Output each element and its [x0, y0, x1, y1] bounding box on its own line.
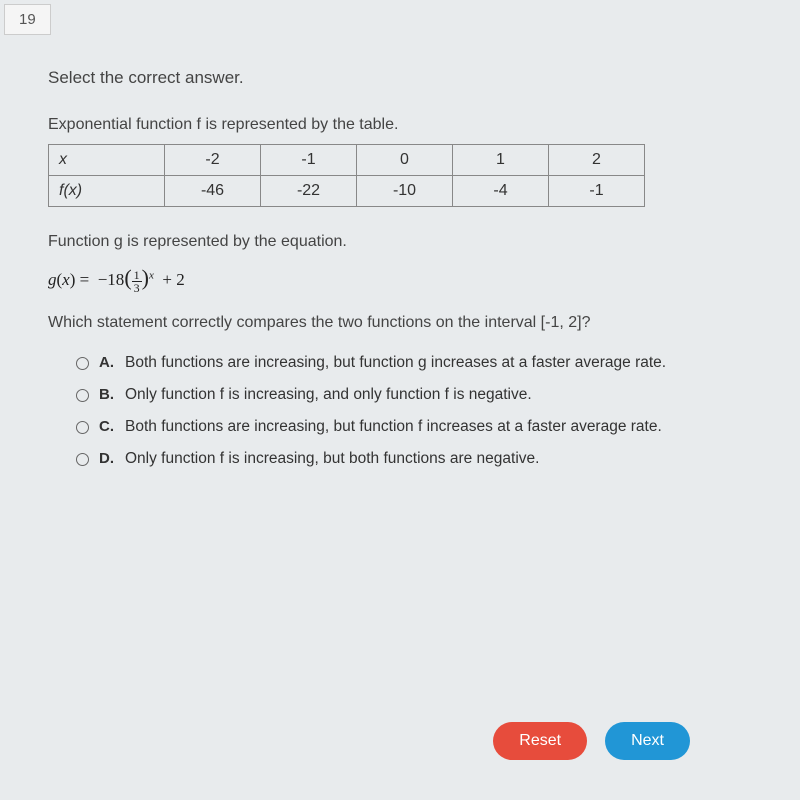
table-cell: -46: [165, 176, 261, 207]
reset-button[interactable]: Reset: [493, 722, 587, 760]
option-letter: D.: [99, 450, 125, 467]
option-letter: B.: [99, 386, 125, 403]
table-cell: 0: [357, 145, 453, 176]
option-text: Both functions are increasing, but funct…: [125, 418, 662, 436]
table-cell: -10: [357, 176, 453, 207]
radio-icon[interactable]: [76, 389, 89, 402]
table-cell: -1: [261, 145, 357, 176]
question-number-tab: 19: [4, 4, 51, 35]
option-text: Only function f is increasing, but both …: [125, 450, 539, 468]
radio-icon[interactable]: [76, 357, 89, 370]
equation-g: g(x) = −18(13)x + 2: [48, 265, 770, 294]
option-text: Both functions are increasing, but funct…: [125, 354, 666, 372]
instruction-text: Select the correct answer.: [48, 68, 770, 88]
table-cell: 1: [453, 145, 549, 176]
table-cell: -2: [165, 145, 261, 176]
table-fx-label: f(x): [49, 176, 165, 207]
table-cell: -4: [453, 176, 549, 207]
radio-icon[interactable]: [76, 453, 89, 466]
option-b[interactable]: B. Only function f is increasing, and on…: [76, 386, 770, 404]
question-content: Select the correct answer. Exponential f…: [48, 68, 770, 482]
next-button[interactable]: Next: [605, 722, 690, 760]
option-a[interactable]: A. Both functions are increasing, but fu…: [76, 354, 770, 372]
prompt-g-text: Function g is represented by the equatio…: [48, 233, 770, 251]
table-cell: -1: [549, 176, 645, 207]
option-letter: C.: [99, 418, 125, 435]
compare-question: Which statement correctly compares the t…: [48, 314, 770, 332]
option-c[interactable]: C. Both functions are increasing, but fu…: [76, 418, 770, 436]
table-cell: -22: [261, 176, 357, 207]
table-x-label: x: [49, 145, 165, 176]
option-text: Only function f is increasing, and only …: [125, 386, 532, 404]
option-letter: A.: [99, 354, 125, 371]
function-table: x -2 -1 0 1 2 f(x) -46 -22 -10 -4 -1: [48, 144, 770, 207]
option-d[interactable]: D. Only function f is increasing, but bo…: [76, 450, 770, 468]
answer-options: A. Both functions are increasing, but fu…: [48, 354, 770, 468]
action-buttons: Reset Next: [493, 722, 690, 760]
prompt-f-text: Exponential function f is represented by…: [48, 116, 770, 134]
table-cell: 2: [549, 145, 645, 176]
radio-icon[interactable]: [76, 421, 89, 434]
